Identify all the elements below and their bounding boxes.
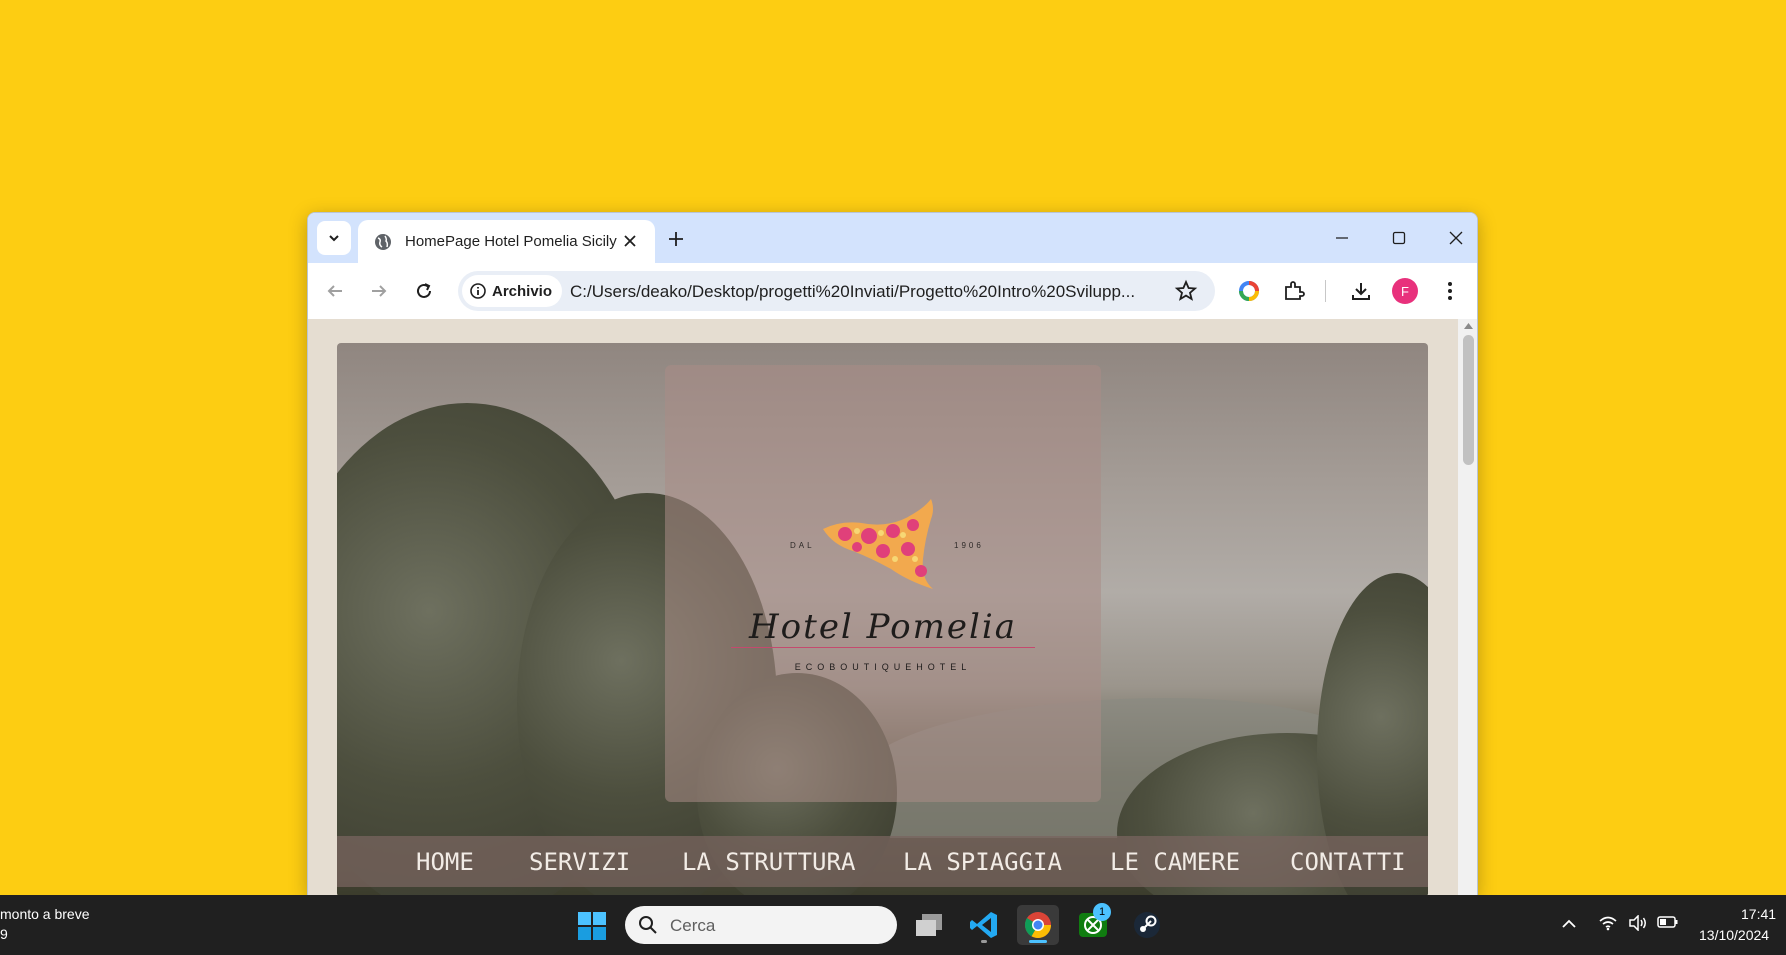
arrow-left-icon bbox=[327, 285, 342, 297]
steam-icon bbox=[1134, 912, 1160, 938]
logo-divider bbox=[731, 647, 1035, 648]
logo-year: 1906 bbox=[954, 541, 984, 550]
nav-item-la-spiaggia[interactable]: LA SPIAGGIA bbox=[903, 848, 1062, 876]
minimize-button[interactable] bbox=[1329, 225, 1355, 251]
arrow-right-icon bbox=[372, 285, 387, 297]
notification-subtext: 9 bbox=[0, 926, 8, 942]
page-scrollbar[interactable] bbox=[1458, 319, 1477, 895]
site-info-chip[interactable]: Archivio bbox=[462, 275, 562, 307]
copilot-icon bbox=[1239, 281, 1259, 301]
logo-since-label: DAL bbox=[790, 541, 815, 550]
chrome-icon bbox=[1024, 912, 1052, 939]
vscode-icon bbox=[970, 912, 997, 938]
nav-item-contatti[interactable]: CONTATTI bbox=[1290, 848, 1406, 876]
maximize-button[interactable] bbox=[1386, 225, 1412, 251]
nav-item-le-camere[interactable]: LE CAMERE bbox=[1110, 848, 1240, 876]
back-button[interactable] bbox=[320, 276, 350, 306]
maximize-icon bbox=[1392, 231, 1406, 245]
toolbar-separator bbox=[1325, 280, 1326, 302]
search-placeholder: Cerca bbox=[670, 916, 716, 935]
taskbar-search[interactable]: Cerca bbox=[625, 906, 897, 944]
clock-date[interactable]: 13/10/2024 bbox=[1699, 927, 1769, 943]
windows-start-icon[interactable] bbox=[578, 912, 606, 940]
url-text[interactable]: C:/Users/deako/Desktop/progetti%20Inviat… bbox=[570, 282, 1170, 302]
reload-icon bbox=[417, 283, 431, 298]
profile-avatar[interactable]: F bbox=[1392, 278, 1418, 304]
new-tab-button[interactable] bbox=[663, 226, 689, 252]
site-chip-label: Archivio bbox=[492, 282, 553, 300]
download-icon bbox=[1352, 283, 1370, 300]
site-navbar: HOME SERVIZI LA STRUTTURA LA SPIAGGIA LE… bbox=[337, 836, 1428, 887]
logo-tagline: ECOBOUTIQUEHOTEL bbox=[794, 662, 972, 672]
close-icon bbox=[1449, 231, 1463, 245]
nav-item-home[interactable]: HOME bbox=[416, 848, 474, 876]
tab-search-button[interactable] bbox=[317, 221, 351, 255]
downloads-button[interactable] bbox=[1346, 276, 1376, 306]
taskbar-vscode[interactable] bbox=[963, 905, 1005, 945]
reload-button[interactable] bbox=[409, 276, 439, 306]
browser-toolbar: Archivio C:/Users/deako/Desktop/progetti… bbox=[308, 263, 1477, 319]
volume-icon[interactable] bbox=[1628, 915, 1648, 931]
tab-close-icon[interactable] bbox=[622, 233, 638, 249]
bookmark-star-icon[interactable] bbox=[1174, 279, 1198, 303]
scroll-thumb[interactable] bbox=[1463, 335, 1474, 465]
taskbar-task-view[interactable] bbox=[908, 905, 950, 945]
chevron-down-icon bbox=[329, 235, 339, 242]
sicily-logo-icon bbox=[823, 499, 933, 589]
running-indicator bbox=[1029, 940, 1047, 943]
tab-title: HomePage Hotel Pomelia Sicily bbox=[405, 233, 617, 250]
more-vert-icon bbox=[1448, 282, 1452, 300]
address-bar[interactable]: Archivio C:/Users/deako/Desktop/progetti… bbox=[458, 271, 1215, 311]
plus-icon bbox=[669, 232, 683, 246]
browser-tab[interactable]: HomePage Hotel Pomelia Sicily bbox=[358, 220, 655, 263]
info-icon bbox=[470, 283, 486, 299]
tab-strip: HomePage Hotel Pomelia Sicily bbox=[308, 213, 1477, 263]
page-viewport: DAL 1906 Hotel Pomelia ECOBOUTIQUEHOTEL … bbox=[308, 319, 1458, 895]
minimize-icon bbox=[1336, 237, 1348, 239]
running-indicator bbox=[981, 940, 987, 943]
browser-window: HomePage Hotel Pomelia Sicily Archivio C… bbox=[307, 212, 1478, 896]
nav-item-la-struttura[interactable]: LA STRUTTURA bbox=[682, 848, 855, 876]
forward-button[interactable] bbox=[364, 276, 394, 306]
taskbar: monto a breve 9 Cerca 1 17:41 13/10/2024 bbox=[0, 895, 1786, 955]
taskbar-steam[interactable] bbox=[1126, 905, 1168, 945]
copilot-button[interactable] bbox=[1234, 276, 1264, 306]
extensions-button[interactable] bbox=[1279, 276, 1309, 306]
puzzle-icon bbox=[1285, 281, 1305, 300]
task-view-icon bbox=[916, 914, 942, 936]
notification-text[interactable]: monto a breve bbox=[0, 906, 90, 922]
taskbar-chrome[interactable] bbox=[1017, 905, 1059, 945]
close-window-button[interactable] bbox=[1443, 225, 1469, 251]
globe-icon bbox=[375, 234, 391, 250]
logo-panel: DAL 1906 Hotel Pomelia ECOBOUTIQUEHOTEL bbox=[665, 365, 1101, 802]
clock-time[interactable]: 17:41 bbox=[1741, 906, 1776, 922]
battery-icon[interactable] bbox=[1657, 915, 1679, 929]
hero-banner: DAL 1906 Hotel Pomelia ECOBOUTIQUEHOTEL … bbox=[337, 343, 1428, 895]
search-icon bbox=[639, 916, 657, 934]
xbox-notification-badge: 1 bbox=[1093, 903, 1111, 921]
nav-item-servizi[interactable]: SERVIZI bbox=[529, 848, 630, 876]
logo-hotel-name: Hotel Pomelia bbox=[749, 607, 1017, 647]
chevron-up-icon[interactable] bbox=[1561, 917, 1577, 931]
wifi-icon[interactable] bbox=[1599, 915, 1617, 931]
scroll-up-arrow-icon[interactable] bbox=[1464, 323, 1473, 329]
menu-button[interactable] bbox=[1435, 276, 1465, 306]
